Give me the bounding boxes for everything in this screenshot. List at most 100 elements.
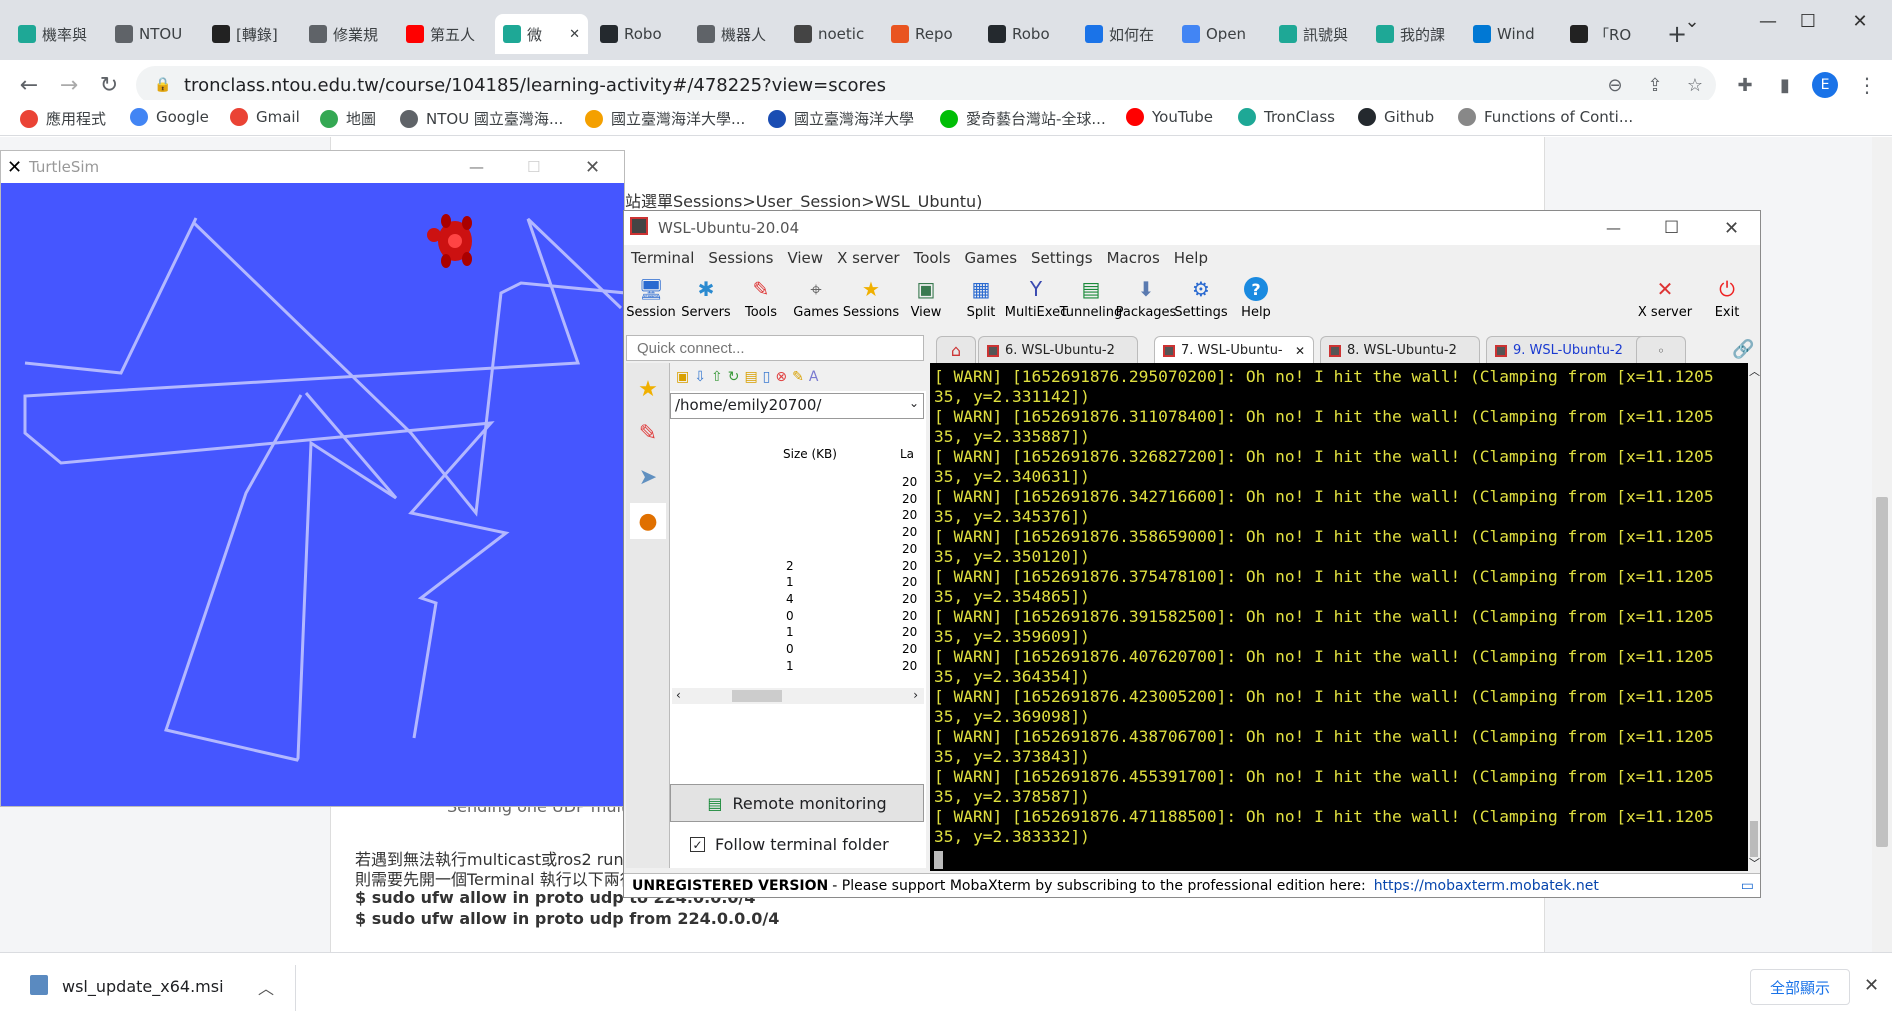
- close-icon[interactable]: ✕: [1864, 975, 1879, 996]
- sftp-file-date[interactable]: 20: [902, 508, 917, 522]
- bookmark-item[interactable]: Functions of Conti...: [1458, 108, 1633, 126]
- bookmark-item[interactable]: 愛奇藝台灣站-全球...: [940, 108, 1106, 129]
- sftp-file-size[interactable]: 2: [786, 559, 794, 573]
- chevron-down-icon[interactable]: ⌄: [909, 396, 919, 410]
- sftp-hscrollbar[interactable]: ‹ ›: [672, 688, 924, 704]
- bookmark-item[interactable]: 國立臺灣海洋大學: [768, 108, 914, 129]
- sftp-file-date[interactable]: 20: [902, 659, 917, 673]
- browser-tab[interactable]: [轉錄]: [204, 14, 297, 54]
- toolbar-help-button[interactable]: ? Help: [1223, 277, 1289, 320]
- bookmark-item[interactable]: Gmail: [230, 108, 300, 126]
- close-window-button[interactable]: ✕: [1840, 6, 1880, 36]
- sftp-file-size[interactable]: 4: [786, 592, 794, 606]
- chevron-right-icon[interactable]: ›: [913, 688, 918, 702]
- tab-close-icon[interactable]: ✕: [569, 27, 580, 42]
- home-tab[interactable]: ⌂: [936, 336, 976, 364]
- terminal-scrollbar[interactable]: ︿ ﹀: [1748, 363, 1760, 871]
- sftp-file-size[interactable]: 1: [786, 625, 794, 639]
- turtlesim-titlebar[interactable]: ✕ TurtleSim — ☐ ✕: [1, 151, 624, 183]
- sftp-file-date[interactable]: 20: [902, 475, 917, 489]
- browser-tab[interactable]: Wind: [1465, 14, 1558, 54]
- extensions-icon[interactable]: ✚: [1730, 70, 1760, 100]
- browser-tab[interactable]: 修業規: [301, 14, 394, 54]
- close-button[interactable]: ✕: [1724, 218, 1739, 239]
- send-icon[interactable]: ➤: [630, 459, 666, 495]
- scroll-thumb[interactable]: [732, 690, 782, 702]
- column-header-last[interactable]: La: [900, 447, 914, 461]
- star-icon[interactable]: ★: [630, 371, 666, 407]
- browser-tab[interactable]: Robo: [592, 14, 685, 54]
- column-header-size[interactable]: Size (KB): [783, 447, 837, 461]
- browser-tab[interactable]: 機率與: [10, 14, 103, 54]
- browser-tab[interactable]: Repo: [883, 14, 976, 54]
- session-tab[interactable]: 7. WSL-Ubuntu- ✕: [1154, 336, 1314, 364]
- chevron-down-icon[interactable]: ﹀: [1749, 855, 1760, 871]
- scroll-thumb[interactable]: [1876, 497, 1888, 847]
- sftp-file-date[interactable]: 20: [902, 525, 917, 539]
- forward-button[interactable]: →: [54, 70, 84, 100]
- sftp-file-date[interactable]: 20: [902, 609, 917, 623]
- menu-item[interactable]: Tools: [907, 249, 958, 271]
- sftp-file-size[interactable]: 1: [786, 575, 794, 589]
- zoom-icon[interactable]: ⊖: [1600, 70, 1630, 100]
- chevron-up-icon[interactable]: ︿: [258, 975, 274, 999]
- minimize-button[interactable]: —: [469, 158, 484, 176]
- browser-tab[interactable]: 訊號與: [1271, 14, 1364, 54]
- browser-tab[interactable]: 第五人: [398, 14, 491, 54]
- bookmark-item[interactable]: Github: [1358, 108, 1434, 126]
- attach-icon[interactable]: 🔗: [1732, 339, 1754, 360]
- browser-tab[interactable]: Open: [1174, 14, 1267, 54]
- session-tab[interactable]: 9. WSL-Ubuntu-2: [1486, 336, 1646, 364]
- browser-tab[interactable]: 微 ✕: [495, 14, 588, 54]
- sftp-file-date[interactable]: 20: [902, 492, 917, 506]
- remote-monitoring-button[interactable]: ▤ Remote monitoring: [670, 784, 924, 822]
- menu-item[interactable]: Terminal: [624, 249, 701, 271]
- session-tab[interactable]: 6. WSL-Ubuntu-2: [978, 336, 1138, 364]
- bookmark-item[interactable]: Google: [130, 108, 209, 126]
- minimize-button[interactable]: —: [1606, 219, 1621, 237]
- menu-item[interactable]: Settings: [1024, 249, 1100, 271]
- page-scrollbar[interactable]: [1872, 137, 1892, 952]
- download-icon[interactable]: ⇩: [694, 369, 706, 385]
- tab-close-icon[interactable]: ✕: [1295, 344, 1305, 358]
- tab-search-icon[interactable]: ⌄: [1672, 6, 1712, 36]
- new-file-icon[interactable]: ▯: [763, 369, 771, 385]
- sftp-file-size[interactable]: 1: [786, 659, 794, 673]
- terminal-output[interactable]: [ WARN] [1652691876.295070200]: Oh no! I…: [930, 363, 1748, 871]
- mobaxterm-titlebar[interactable]: WSL-Ubuntu-20.04 — ☐ ✕: [624, 211, 1760, 245]
- turtlesim-window[interactable]: ✕ TurtleSim — ☐ ✕: [0, 150, 625, 807]
- new-folder-icon[interactable]: ▤: [744, 369, 757, 385]
- sftp-icon[interactable]: ●: [630, 503, 666, 539]
- bookmark-item[interactable]: 國立臺灣海洋大學...: [585, 108, 745, 129]
- delete-icon[interactable]: ⊗: [775, 369, 787, 385]
- session-tab[interactable]: 8. WSL-Ubuntu-2: [1320, 336, 1480, 364]
- sftp-file-date[interactable]: 20: [902, 625, 917, 639]
- show-all-button[interactable]: 全部顯示: [1750, 969, 1850, 1005]
- menu-item[interactable]: X server: [830, 249, 907, 271]
- browser-tab[interactable]: noetic: [786, 14, 879, 54]
- share-icon[interactable]: ⇪: [1640, 70, 1670, 100]
- browser-tab[interactable]: 機器人: [689, 14, 782, 54]
- browser-tab[interactable]: 我的課: [1368, 14, 1461, 54]
- follow-terminal-checkbox[interactable]: ✓ Follow terminal folder: [690, 835, 889, 854]
- mobatek-link[interactable]: https://mobaxterm.mobatek.net: [1374, 878, 1599, 894]
- avatar[interactable]: E: [1810, 70, 1840, 100]
- text-icon[interactable]: A: [809, 369, 819, 385]
- maximize-button[interactable]: ☐: [1788, 6, 1828, 36]
- menu-kebab-icon[interactable]: ⋮: [1852, 70, 1882, 100]
- monitor-icon[interactable]: ▭: [1741, 878, 1754, 894]
- browser-tab[interactable]: 「RO: [1562, 14, 1655, 54]
- maximize-button[interactable]: ☐: [527, 158, 540, 176]
- url-omnibox[interactable]: 🔒 tronclass.ntou.edu.tw/course/104185/le…: [136, 66, 1716, 104]
- maximize-button[interactable]: ☐: [1664, 218, 1679, 238]
- download-filename[interactable]: wsl_update_x64.msi: [62, 977, 224, 996]
- checkbox-checked-icon[interactable]: ✓: [690, 837, 705, 852]
- bookmark-item[interactable]: YouTube: [1126, 108, 1213, 126]
- sftp-file-date[interactable]: 20: [902, 642, 917, 656]
- menu-item[interactable]: Sessions: [701, 249, 780, 271]
- xserver-button[interactable]: ✕ X server: [1632, 277, 1698, 320]
- menu-item[interactable]: Games: [958, 249, 1024, 271]
- browser-tab[interactable]: NTOU: [107, 14, 200, 54]
- side-panel-icon[interactable]: ▮: [1770, 70, 1800, 100]
- new-tab-button[interactable]: ◦: [1636, 336, 1686, 364]
